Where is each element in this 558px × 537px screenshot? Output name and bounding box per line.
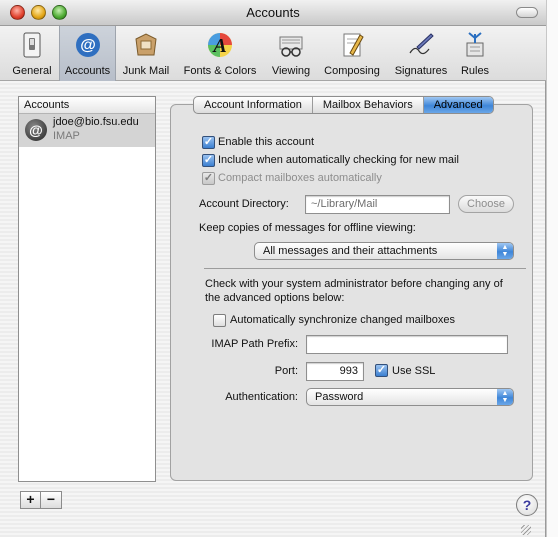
popup-arrows-icon: ▲ ▼ [497, 389, 513, 405]
toolbar-accounts[interactable]: @ Accounts [59, 26, 116, 81]
enable-account-label: Enable this account [218, 136, 315, 148]
toolbar-viewing-label: Viewing [271, 65, 311, 77]
authentication-label: Authentication: [225, 391, 298, 403]
background-window-edge [546, 0, 558, 537]
toolbar-general-label: General [12, 65, 52, 77]
toolbar-viewing[interactable]: Viewing [266, 26, 316, 81]
account-row-jdoe[interactable]: @ jdoe@bio.fsu.edu IMAP [19, 114, 155, 147]
compact-mailboxes-label: Compact mailboxes automatically [218, 172, 382, 184]
keep-copies-value: All messages and their attachments [263, 245, 438, 257]
imap-path-prefix-field[interactable] [306, 335, 508, 354]
toolbar-rules[interactable]: Rules [456, 26, 494, 81]
popup-arrows-icon: ▲ ▼ [497, 243, 513, 259]
account-name: jdoe@bio.fsu.edu [53, 116, 139, 128]
tab-advanced[interactable]: Advanced [423, 97, 493, 113]
toolbar-composing[interactable]: Composing [318, 26, 386, 81]
tab-account-information[interactable]: Account Information [194, 97, 313, 113]
use-ssl-label: Use SSL [392, 365, 436, 377]
admin-note: Check with your system administrator bef… [205, 278, 503, 304]
preferences-toolbar: General @ Accounts Junk Mail A Fonts & C… [0, 26, 546, 81]
preferences-window: Accounts General @ Accounts Junk Mail A … [0, 0, 546, 537]
signature-pen-icon [409, 33, 434, 55]
help-button[interactable]: ? [516, 494, 538, 516]
compact-mailboxes-checkbox[interactable]: ✓ [202, 172, 215, 185]
at-sign-icon: @ [75, 33, 100, 57]
pencil-paper-icon [343, 33, 364, 57]
toolbar-fonts-colors-label: Fonts & Colors [183, 65, 257, 77]
tab-mailbox-behaviors[interactable]: Mailbox Behaviors [313, 97, 424, 113]
toolbar-accounts-label: Accounts [64, 65, 111, 77]
keep-copies-popup[interactable]: All messages and their attachments ▲ ▼ [254, 242, 514, 260]
keep-copies-label: Keep copies of messages for offline view… [199, 222, 416, 234]
font-icon: A [208, 33, 232, 57]
svg-text:A: A [211, 35, 226, 57]
remove-account-button[interactable]: − [41, 491, 62, 509]
zoom-button[interactable] [52, 5, 67, 20]
account-type: IMAP [53, 130, 80, 142]
account-tabs: Account Information Mailbox Behaviors Ad… [193, 96, 494, 114]
add-account-button[interactable]: + [20, 491, 41, 509]
section-divider [204, 268, 526, 269]
svg-text:@: @ [80, 37, 96, 54]
glasses-icon [279, 36, 303, 57]
toolbar-junk-mail[interactable]: Junk Mail [118, 26, 174, 81]
include-checking-checkbox[interactable]: ✓ [202, 154, 215, 167]
window-title: Accounts [246, 5, 300, 20]
port-label: Port: [274, 365, 298, 377]
accounts-list: Accounts @ jdoe@bio.fsu.edu IMAP [18, 96, 156, 482]
port-field[interactable]: 993 [306, 362, 364, 381]
account-directory-field[interactable]: ~/Library/Mail [305, 195, 450, 214]
close-button[interactable] [10, 5, 25, 20]
rules-icon [466, 32, 484, 57]
account-directory-label: Account Directory: [199, 198, 289, 210]
use-ssl-checkbox[interactable]: ✓ [375, 364, 388, 377]
at-sign-icon: @ [25, 119, 47, 141]
toolbar-toggle-button[interactable] [516, 7, 538, 18]
resize-grip-icon[interactable] [521, 525, 531, 535]
toolbar-rules-label: Rules [460, 65, 490, 77]
accounts-list-header: Accounts [19, 97, 155, 114]
minimize-button[interactable] [31, 5, 46, 20]
junk-mail-icon [135, 33, 157, 56]
enable-account-checkbox[interactable]: ✓ [202, 136, 215, 149]
auto-sync-label: Automatically synchronize changed mailbo… [230, 314, 456, 326]
switch-icon [23, 32, 41, 58]
toolbar-fonts-colors[interactable]: A Fonts & Colors [176, 26, 264, 81]
toolbar-junk-mail-label: Junk Mail [122, 65, 170, 77]
toolbar-composing-label: Composing [324, 65, 380, 77]
title-bar: Accounts [0, 0, 546, 26]
account-list-buttons: + − [20, 491, 62, 509]
toolbar-signatures-label: Signatures [394, 65, 448, 77]
toolbar-signatures[interactable]: Signatures [388, 26, 454, 81]
toolbar-general[interactable]: General [7, 26, 57, 81]
choose-button[interactable]: Choose [458, 195, 514, 213]
imap-path-prefix-label: IMAP Path Prefix: [211, 338, 298, 350]
auto-sync-checkbox[interactable]: ✓ [213, 314, 226, 327]
authentication-popup[interactable]: Password ▲ ▼ [306, 388, 514, 406]
authentication-value: Password [315, 391, 364, 403]
include-checking-label: Include when automatically checking for … [218, 154, 459, 166]
